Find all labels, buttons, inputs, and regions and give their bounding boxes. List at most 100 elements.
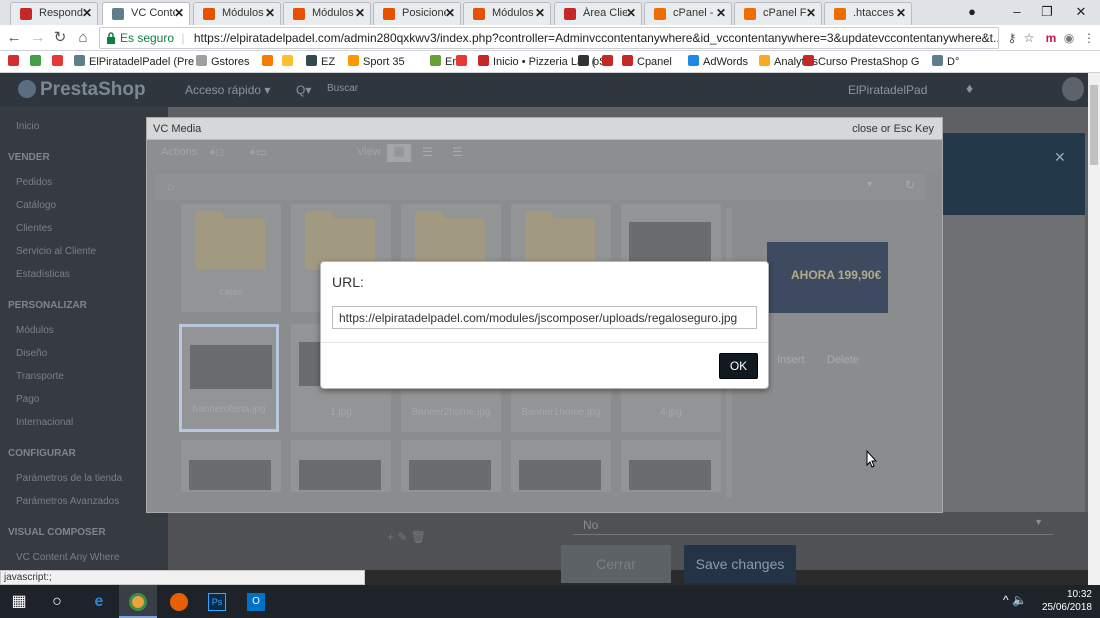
cancel-button[interactable]: Cerrar — [561, 545, 671, 583]
folder-tile[interactable]: cajas — [181, 204, 281, 312]
add-file-icon[interactable]: +□ — [209, 145, 223, 159]
bookmark-item[interactable] — [8, 55, 23, 68]
photoshop-icon[interactable]: Ps — [198, 585, 236, 618]
star-icon[interactable]: ☆ — [1020, 29, 1038, 47]
tab-close-icon[interactable]: ✕ — [355, 6, 365, 20]
list-view-icon[interactable]: ☰ — [422, 145, 433, 159]
sidebar-item[interactable]: Diseño — [16, 348, 47, 359]
minimize-button[interactable]: – — [1002, 2, 1032, 22]
sidebar-item[interactable]: Pedidos — [16, 177, 52, 188]
bookmark-item[interactable]: Sport 35 — [348, 55, 405, 68]
cortana-icon[interactable]: ○ — [38, 585, 76, 618]
image-tile[interactable] — [181, 440, 281, 492]
tab-close-icon[interactable]: ✕ — [626, 6, 636, 20]
bookmark-item[interactable]: ElPiratadelPadel (Pre — [74, 55, 194, 68]
sidebar-item[interactable]: Estadísticas — [16, 269, 70, 280]
bell-icon[interactable]: ♦ — [966, 80, 973, 96]
row-actions-icons[interactable]: + ✎ 🗑 — [387, 530, 426, 544]
grid-view-icon[interactable]: ▦ — [387, 144, 411, 162]
delete-button[interactable]: Delete — [827, 354, 859, 366]
chrome-icon[interactable] — [119, 585, 157, 618]
sidebar-item[interactable]: Transporte — [16, 371, 64, 382]
vc-media-close[interactable]: close or Esc Key — [852, 123, 934, 135]
bookmark-item[interactable]: D° — [932, 55, 959, 68]
forward-icon[interactable]: → — [28, 28, 48, 48]
taskbar-clock[interactable]: 10:32 25/06/2018 — [1042, 588, 1092, 614]
modal-close-icon[interactable]: ✕ — [1054, 149, 1066, 166]
back-icon[interactable]: ← — [4, 28, 24, 48]
browser-tab[interactable]: Módulos ✕ — [463, 2, 551, 25]
tab-close-icon[interactable]: ✕ — [265, 6, 275, 20]
browser-tab[interactable]: Módulos ✕ — [283, 2, 371, 25]
profile-icon[interactable]: ● — [957, 2, 987, 22]
firefox-icon[interactable] — [160, 585, 198, 618]
image-tile[interactable] — [291, 440, 391, 492]
page-scrollbar[interactable] — [1088, 73, 1100, 585]
key-icon[interactable]: ⚷ — [1003, 29, 1021, 47]
avatar[interactable] — [1062, 77, 1084, 101]
bookmark-item[interactable]: Cpanel — [622, 55, 672, 68]
browser-tab[interactable]: Posicione ✕ — [373, 2, 461, 25]
image-tile[interactable] — [401, 440, 501, 492]
sidebar-item[interactable]: Inicio — [16, 121, 39, 132]
browser-tab[interactable]: .htacces ✕ — [824, 2, 912, 25]
extension-m-icon[interactable]: m — [1042, 29, 1060, 47]
sort-icon[interactable]: ▾ — [867, 179, 872, 190]
sidebar-item[interactable]: Clientes — [16, 223, 52, 234]
bookmark-item[interactable]: Curso PrestaShop G — [803, 55, 920, 68]
bookmark-item[interactable] — [282, 55, 297, 68]
system-tray[interactable]: ^ 🔈 — [1003, 593, 1027, 607]
bookmark-item[interactable]: AdWords — [688, 55, 748, 68]
home-path-icon[interactable]: ⌂ — [167, 179, 174, 193]
save-changes-button[interactable]: Save changes — [684, 545, 796, 583]
browser-tab[interactable]: Respondo✕ — [10, 2, 98, 25]
home-icon[interactable]: ⌂ — [73, 28, 93, 48]
sidebar-item[interactable]: Pago — [16, 394, 39, 405]
tab-close-icon[interactable]: ✕ — [82, 6, 92, 20]
detail-view-icon[interactable]: ☰ — [452, 145, 463, 159]
close-window-button[interactable]: ✕ — [1066, 2, 1096, 22]
browser-tab[interactable]: cPanel Fil ✕ — [734, 2, 822, 25]
browser-tab[interactable]: Módulos ✕ — [193, 2, 281, 25]
bookmark-item[interactable] — [456, 55, 471, 68]
yes-no-select[interactable]: No ▼ — [573, 513, 1053, 535]
bookmark-item[interactable]: EZ — [306, 55, 335, 68]
insert-button[interactable]: Insert — [777, 354, 805, 366]
quick-access-menu[interactable]: Acceso rápido ▾ — [185, 83, 270, 97]
outlook-icon[interactable]: O — [237, 585, 275, 618]
refresh-icon[interactable]: ↻ — [905, 178, 915, 192]
bookmark-item[interactable]: Er — [430, 55, 456, 68]
add-folder-icon[interactable]: +▭ — [249, 145, 267, 159]
url-input[interactable] — [332, 306, 757, 329]
sidebar-item[interactable]: Parámetros de la tienda — [16, 473, 122, 484]
tab-close-icon[interactable]: ✕ — [716, 6, 726, 20]
bookmark-item[interactable] — [30, 55, 45, 68]
sidebar-item[interactable]: Servicio al Cliente — [16, 246, 96, 257]
image-tile[interactable] — [621, 440, 721, 492]
tab-close-icon[interactable]: ✕ — [445, 6, 455, 20]
tab-close-icon[interactable]: ✕ — [535, 6, 545, 20]
camera-icon[interactable]: ◉ — [1060, 29, 1078, 47]
search-icon[interactable]: Q▾ — [296, 83, 311, 97]
edge-icon[interactable]: e — [80, 585, 118, 618]
browser-tab[interactable]: cPanel - F✕ — [644, 2, 732, 25]
menu-icon[interactable]: ⋮ — [1080, 29, 1098, 47]
sidebar-item[interactable]: Catálogo — [16, 200, 56, 211]
tab-close-icon[interactable]: ✕ — [806, 6, 816, 20]
sidebar-item[interactable]: VC Content Any Where — [16, 552, 119, 563]
browser-tab[interactable]: VC Conte ✕ — [102, 2, 190, 25]
admin-search-input[interactable]: Buscar — [327, 83, 358, 94]
image-tile[interactable]: banneroferta.jpg — [179, 324, 279, 432]
reload-icon[interactable]: ↻ — [50, 28, 70, 48]
address-bar[interactable]: Es seguro | https://elpiratadelpadel.com… — [99, 27, 999, 49]
browser-tab[interactable]: Área Clie ✕ — [554, 2, 642, 25]
bookmark-item[interactable] — [602, 55, 617, 68]
bookmark-item[interactable] — [52, 55, 67, 68]
image-tile[interactable] — [511, 440, 611, 492]
sidebar-item[interactable]: Módulos — [16, 325, 54, 336]
bookmark-item[interactable]: Gstores — [196, 55, 250, 68]
tab-close-icon[interactable]: ✕ — [174, 6, 184, 20]
restore-button[interactable]: ❐ — [1032, 2, 1062, 22]
windows-start-icon[interactable]: ▦ — [0, 585, 38, 618]
sidebar-item[interactable]: Parámetros Avanzados — [16, 496, 119, 507]
